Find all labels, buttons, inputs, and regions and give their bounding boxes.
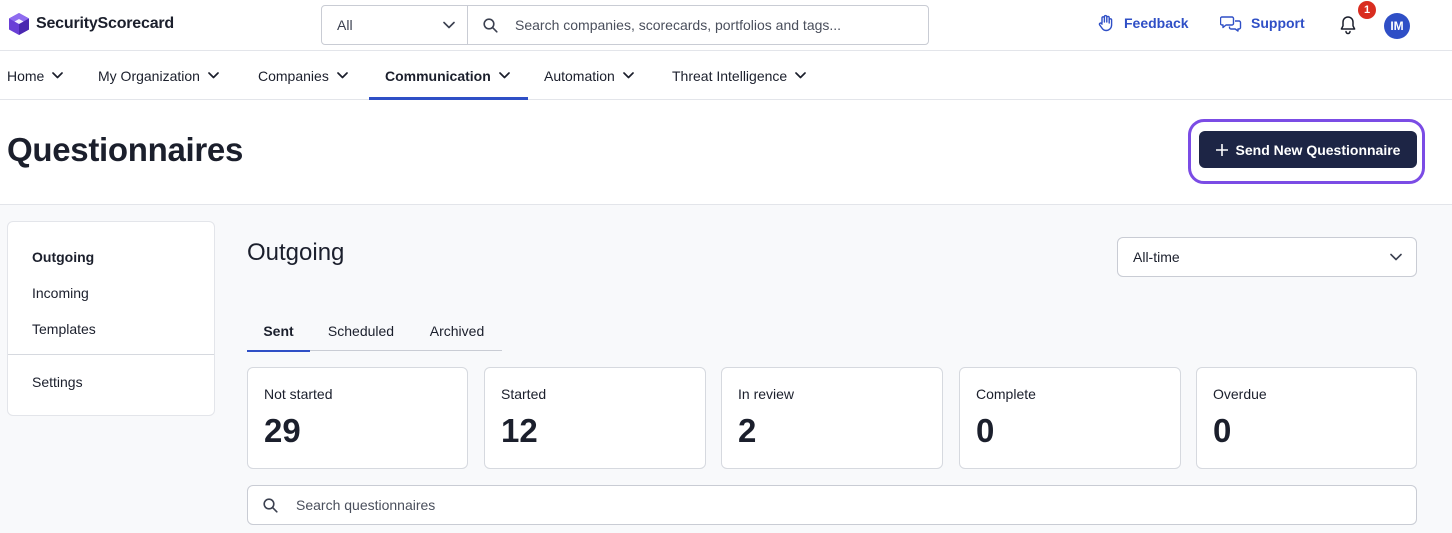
chevron-down-icon [443, 21, 455, 29]
feedback-label: Feedback [1124, 15, 1189, 31]
chevron-down-icon [336, 72, 348, 79]
chevron-down-icon [622, 72, 634, 79]
sidebar-divider [8, 354, 214, 355]
brand-logo[interactable]: SecurityScorecard [8, 12, 174, 36]
stat-card-overdue[interactable]: Overdue 0 [1196, 367, 1417, 469]
stat-label: Started [501, 386, 547, 402]
nav-item-companies[interactable]: Companies [258, 51, 348, 100]
top-bar: SecurityScorecard All Search companies, … [0, 0, 1452, 51]
notifications-button[interactable] [1339, 15, 1357, 35]
stat-value: 12 [501, 412, 538, 449]
stat-value: 29 [264, 412, 301, 449]
time-range-select[interactable]: All-time [1117, 237, 1417, 277]
search-scope-value: All [337, 17, 353, 33]
chat-bubbles-icon [1220, 14, 1242, 32]
chevron-down-icon [1390, 253, 1402, 261]
questionnaire-tabs: Sent Scheduled Archived [247, 311, 502, 352]
brand-name: SecurityScorecard [36, 15, 175, 32]
plus-icon [1215, 143, 1228, 156]
questionnaire-search-input[interactable]: Search questionnaires [247, 485, 1417, 525]
nav-item-my-organization[interactable]: My Organization [98, 51, 219, 100]
tab-scheduled[interactable]: Scheduled [310, 311, 412, 351]
hand-wave-icon [1097, 14, 1115, 32]
stat-label: In review [738, 386, 795, 402]
nav-item-communication[interactable]: Communication [369, 51, 528, 100]
stat-label: Not started [264, 386, 333, 402]
send-new-questionnaire-label: Send New Questionnaire [1235, 141, 1401, 158]
nav-item-label: Home [7, 67, 45, 84]
stat-value: 2 [738, 412, 757, 449]
search-scope-select[interactable]: All [321, 5, 468, 45]
nav-item-home[interactable]: Home [7, 51, 64, 100]
chevron-down-icon [498, 72, 510, 79]
support-label: Support [1251, 15, 1305, 31]
sidebar-item-templates[interactable]: Templates [32, 321, 96, 337]
nav-item-label: Companies [258, 67, 329, 84]
bell-icon [1339, 15, 1357, 35]
section-title: Outgoing [247, 239, 345, 266]
nav-item-label: Threat Intelligence [672, 67, 788, 84]
main-nav: Home My Organization Companies Communica… [0, 51, 1452, 100]
stat-label: Overdue [1213, 386, 1267, 402]
tab-sent[interactable]: Sent [247, 311, 310, 352]
stat-card-complete[interactable]: Complete 0 [959, 367, 1181, 469]
stat-card-not-started[interactable]: Not started 29 [247, 367, 468, 469]
send-new-questionnaire-button[interactable]: Send New Questionnaire [1199, 131, 1417, 168]
stat-card-started[interactable]: Started 12 [484, 367, 706, 469]
questionnaire-search-placeholder: Search questionnaires [296, 497, 436, 513]
global-search-placeholder: Search companies, scorecards, portfolios… [515, 17, 842, 33]
nav-item-automation[interactable]: Automation [544, 51, 634, 100]
stat-label: Complete [976, 386, 1036, 402]
page-header: Questionnaires Send New Questionnaire [0, 100, 1452, 205]
user-avatar[interactable]: IM [1384, 13, 1410, 39]
tab-archived[interactable]: Archived [412, 311, 502, 351]
nav-item-label: Communication [385, 67, 491, 84]
sidebar-item-settings[interactable]: Settings [32, 374, 83, 390]
chevron-down-icon [208, 72, 219, 79]
time-range-value: All-time [1133, 249, 1180, 265]
questionnaire-sidebar: Outgoing Incoming Templates Settings [7, 221, 215, 416]
sidebar-item-incoming[interactable]: Incoming [32, 285, 89, 301]
sidebar-item-outgoing[interactable]: Outgoing [32, 249, 94, 265]
nav-item-label: Automation [544, 67, 615, 84]
search-icon [483, 17, 498, 33]
feedback-link[interactable]: Feedback [1097, 14, 1189, 32]
stat-value: 0 [976, 412, 995, 449]
chevron-down-icon [795, 72, 807, 79]
chevron-down-icon [52, 72, 64, 79]
hexagon-cube-icon [8, 12, 30, 36]
notification-count-badge: 1 [1358, 1, 1376, 19]
search-icon [263, 497, 278, 513]
stat-card-in-review[interactable]: In review 2 [721, 367, 943, 469]
nav-item-threat-intelligence[interactable]: Threat Intelligence [672, 51, 807, 100]
stat-value: 0 [1213, 412, 1232, 449]
page-title: Questionnaires [7, 131, 244, 168]
nav-item-label: My Organization [98, 67, 200, 84]
support-link[interactable]: Support [1220, 14, 1305, 32]
content-area: Outgoing Incoming Templates Settings Out… [0, 205, 1452, 533]
global-search-input[interactable]: Search companies, scorecards, portfolios… [467, 5, 929, 45]
